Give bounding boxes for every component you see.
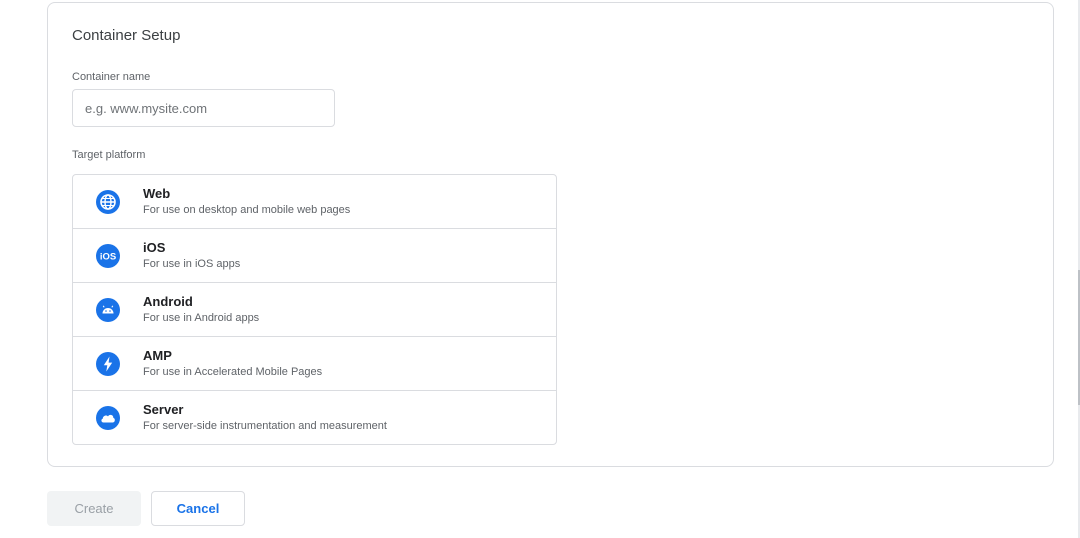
create-button[interactable]: Create (47, 491, 141, 526)
platform-option-amp[interactable]: AMP For use in Accelerated Mobile Pages (73, 337, 556, 391)
target-platform-label: Target platform (72, 149, 146, 161)
platform-option-ios[interactable]: iOS iOS For use in iOS apps (73, 229, 556, 283)
platform-description: For use in Android apps (143, 312, 260, 324)
ios-icon: iOS (96, 244, 120, 268)
platform-name: Server (143, 402, 184, 417)
platform-option-server[interactable]: Server For server-side instrumentation a… (73, 391, 556, 444)
platform-description: For server-side instrumentation and meas… (143, 420, 387, 432)
card-title: Container Setup (72, 27, 181, 44)
platform-name: iOS (143, 240, 166, 255)
platform-description: For use in iOS apps (143, 258, 241, 270)
container-name-input[interactable] (72, 89, 335, 127)
cancel-button[interactable]: Cancel (151, 491, 245, 526)
platform-option-android[interactable]: Android For use in Android apps (73, 283, 556, 337)
platform-name: Web (143, 186, 171, 201)
svg-text:iOS: iOS (100, 252, 116, 263)
android-icon (96, 298, 120, 322)
platform-list: Web For use on desktop and mobile web pa… (72, 174, 557, 445)
platform-name: AMP (143, 348, 172, 363)
container-setup-card: Container Setup Container name Target pl… (47, 2, 1054, 467)
platform-name: Android (143, 294, 193, 309)
cloud-icon (96, 406, 120, 430)
platform-description: For use in Accelerated Mobile Pages (143, 366, 323, 378)
globe-icon (96, 190, 120, 214)
amp-bolt-icon (96, 352, 120, 376)
container-name-label: Container name (72, 71, 151, 83)
platform-description: For use on desktop and mobile web pages (143, 204, 351, 216)
platform-option-web[interactable]: Web For use on desktop and mobile web pa… (73, 175, 556, 229)
